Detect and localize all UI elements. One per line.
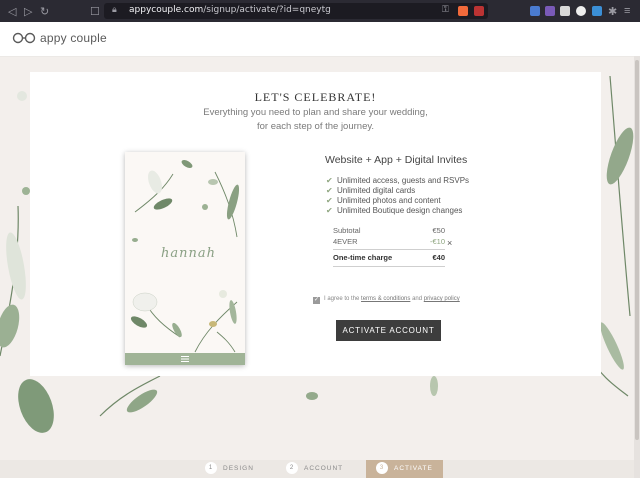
checkmark-icon: ✔ bbox=[326, 206, 333, 215]
back-icon[interactable]: ◁ bbox=[8, 5, 16, 18]
page-title: LET'S CELEBRATE! bbox=[254, 90, 377, 104]
logo-icon[interactable] bbox=[12, 32, 36, 44]
site-header: appy couple bbox=[0, 22, 640, 57]
app-bottom-bar bbox=[125, 353, 245, 365]
total-row: One-time charge €40 bbox=[333, 253, 445, 267]
shield-extension-icon[interactable] bbox=[592, 6, 602, 16]
menu-icon bbox=[181, 356, 189, 362]
address-bar[interactable]: 🔒︎ appycouple.com/signup/activate/?id=qn… bbox=[104, 3, 488, 19]
order-summary: Subtotal €50 4EVER -€10 One-time charge … bbox=[333, 226, 445, 267]
total-value: €40 bbox=[432, 253, 445, 262]
signup-steps: 1 DESIGN 2 ACCOUNT 3 ACTIVATE bbox=[0, 460, 634, 478]
page-scrollbar[interactable] bbox=[634, 56, 640, 478]
page-subtitle: Everything you need to plan and share yo… bbox=[203, 107, 428, 132]
checkmark-icon: ✔ bbox=[326, 176, 333, 185]
app-preview-phone: hannah bbox=[125, 152, 245, 365]
plan-features-list: ✔ Unlimited access, guests and RSVPs ✔ Unl… bbox=[326, 176, 469, 216]
total-label: One-time charge bbox=[333, 253, 393, 262]
translate-extension-icon[interactable] bbox=[530, 6, 540, 16]
reload-icon[interactable]: ↻ bbox=[40, 5, 49, 18]
feature-item: ✔ Unlimited Boutique design changes bbox=[326, 206, 463, 215]
feature-item: ✔ Unlimited access, guests and RSVPs bbox=[326, 176, 470, 185]
remove-icon[interactable]: × bbox=[447, 238, 452, 248]
key-icon[interactable]: ⚿ bbox=[442, 4, 449, 15]
browser-toolbar: ◁ ▷ ↻ ☐ 🔒︎ appycouple.com/signup/activat… bbox=[0, 0, 640, 22]
checkmark-icon: ✔ bbox=[326, 196, 333, 205]
activation-card: LET'S CELEBRATE! Everything you need to … bbox=[30, 72, 601, 376]
url-text: appycouple.com/signup/activate/?id=qneyt… bbox=[129, 5, 331, 15]
privacy-link[interactable]: privacy policy bbox=[424, 296, 460, 302]
brave-shield-icon[interactable] bbox=[458, 6, 468, 16]
feature-item: ✔ Unlimited digital cards bbox=[326, 186, 416, 195]
logo-text[interactable]: appy couple bbox=[40, 31, 107, 45]
activate-account-button[interactable]: ACTIVATE ACCOUNT bbox=[336, 320, 441, 341]
couple-name: hannah bbox=[161, 246, 216, 261]
plan-title: Website + App + Digital Invites bbox=[325, 154, 468, 166]
terms-agreement: ✓ I agree to the terms & conditions and p… bbox=[313, 296, 460, 304]
bookmark-icon[interactable]: ☐ bbox=[90, 5, 100, 18]
subtotal-value: €50 bbox=[432, 226, 445, 235]
feather-extension-icon[interactable] bbox=[545, 6, 555, 16]
menu-icon[interactable]: ≡ bbox=[624, 5, 630, 17]
step-design[interactable]: 1 DESIGN bbox=[205, 460, 254, 478]
feature-item: ✔ Unlimited photos and content bbox=[326, 196, 441, 205]
terms-link[interactable]: terms & conditions bbox=[361, 296, 410, 302]
step-account[interactable]: 2 ACCOUNT bbox=[286, 460, 343, 478]
github-extension-icon[interactable] bbox=[576, 6, 586, 16]
brave-rewards-icon[interactable] bbox=[474, 6, 484, 16]
checkmark-icon: ✔ bbox=[326, 186, 333, 195]
step-activate[interactable]: 3 ACTIVATE bbox=[366, 460, 443, 478]
promo-code-label: 4EVER bbox=[333, 237, 358, 246]
lock-icon: 🔒︎ bbox=[112, 4, 117, 14]
terms-checkbox[interactable]: ✓ bbox=[313, 297, 320, 304]
subtotal-row: Subtotal €50 bbox=[333, 226, 445, 237]
extensions-icon[interactable]: ✱ bbox=[608, 5, 617, 18]
promo-code-row: 4EVER -€10 bbox=[333, 237, 445, 250]
subtotal-label: Subtotal bbox=[333, 226, 361, 235]
promo-code-value: -€10 bbox=[429, 237, 445, 246]
forward-icon[interactable]: ▷ bbox=[24, 5, 32, 18]
s-extension-icon[interactable] bbox=[560, 6, 570, 16]
